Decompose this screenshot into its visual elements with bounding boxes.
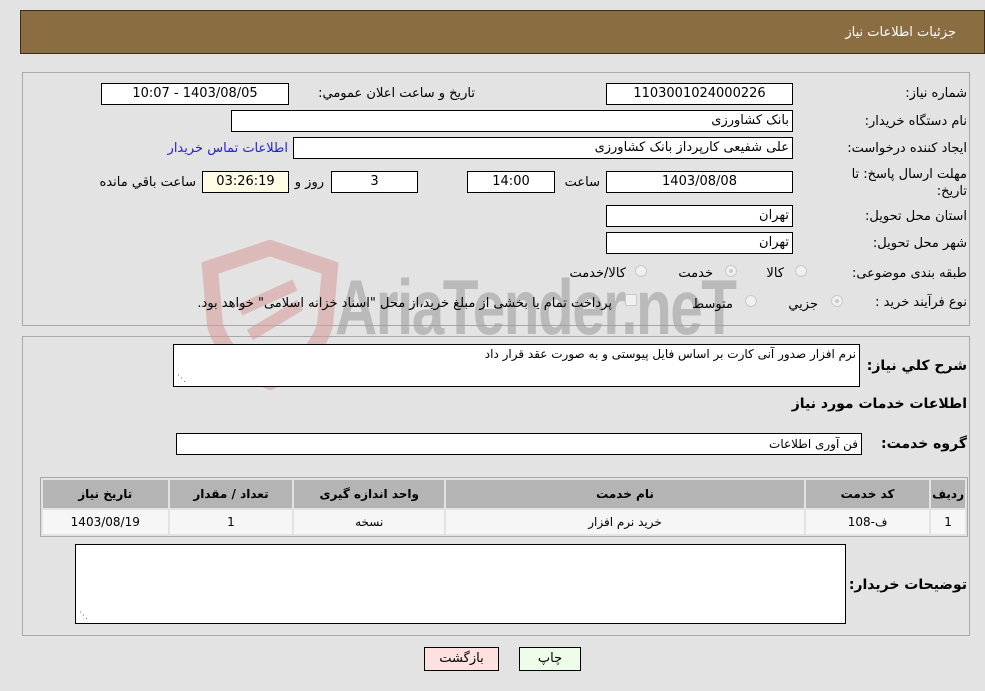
- treasury-checkbox[interactable]: [625, 294, 637, 306]
- province-field[interactable]: تهران: [606, 205, 793, 227]
- cell-unit: نسخه: [294, 510, 445, 534]
- cell-quantity: 1: [169, 510, 293, 534]
- col-unit: واحد اندازه گیری: [294, 480, 445, 508]
- category-goods-service-radio[interactable]: [635, 265, 647, 277]
- category-goods-radio[interactable]: [795, 265, 807, 277]
- process-medium-label: متوسط: [692, 297, 733, 312]
- deadline-date-field[interactable]: 1403/08/08: [606, 171, 793, 193]
- remaining-time-label: ساعت باقي مانده: [99, 175, 196, 190]
- deadline-label: مهلت ارسال پاسخ: تا تاریخ:: [851, 167, 967, 199]
- buyer-notes-textarea[interactable]: ⋰: [75, 544, 846, 624]
- cell-service-code: ف-108: [805, 510, 930, 534]
- description-text: نرم افزار صدور آنی کارت بر اساس فایل پیو…: [484, 347, 856, 361]
- description-label: شرح کلي نياز:: [866, 358, 967, 374]
- category-goods-label: کالا: [766, 266, 784, 281]
- col-service-name: نام خدمت: [446, 480, 804, 508]
- print-button[interactable]: چاپ: [519, 647, 581, 671]
- cell-need-date: 1403/08/19: [43, 510, 168, 534]
- services-section-title: اطلاعات خدمات مورد نیاز: [791, 396, 967, 412]
- category-service-label: خدمت: [678, 266, 713, 281]
- process-minor-radio[interactable]: [831, 295, 843, 307]
- cell-service-name: خرید نرم افزار: [446, 510, 804, 534]
- process-type-label: نوع فرآیند خرید :: [875, 295, 967, 310]
- buyer-org-label: نام دستگاه خريدار:: [864, 114, 967, 129]
- remaining-time-field[interactable]: 03:26:19: [202, 171, 289, 193]
- service-group-field[interactable]: فن آوری اطلاعات: [176, 433, 862, 455]
- announce-date-label: تاریخ و ساعت اعلان عمومي:: [318, 86, 475, 101]
- buyer-notes-label: توضیحات خریدار:: [848, 577, 967, 593]
- resize-handle-icon[interactable]: ⋰: [78, 611, 88, 621]
- category-goods-service-label: کالا/خدمت: [569, 266, 626, 281]
- page-title: جزئیات اطلاعات نیاز: [845, 24, 956, 40]
- page-header: جزئیات اطلاعات نیاز: [20, 10, 985, 54]
- deadline-time-field[interactable]: 14:00: [467, 171, 555, 193]
- creator-field[interactable]: علی شفیعی کارپرداز بانک کشاورزی: [293, 137, 793, 159]
- need-number-label: شماره نیاز:: [905, 86, 967, 101]
- city-label: شهر محل تحویل:: [872, 236, 967, 251]
- table-header-row: ردیف کد خدمت نام خدمت واحد اندازه گیری ت…: [43, 480, 965, 508]
- col-row-number: ردیف: [931, 480, 965, 508]
- deadline-time-label: ساعت: [564, 175, 600, 190]
- announce-date-field[interactable]: 1403/08/05 - 10:07: [101, 83, 289, 105]
- col-quantity: تعداد / مقدار: [169, 480, 293, 508]
- col-need-date: تاریخ نیاز: [43, 480, 168, 508]
- process-medium-radio[interactable]: [745, 295, 757, 307]
- back-button[interactable]: بازگشت: [424, 647, 499, 671]
- category-service-radio[interactable]: [725, 265, 737, 277]
- services-table: ردیف کد خدمت نام خدمت واحد اندازه گیری ت…: [40, 477, 968, 537]
- service-group-label: گروه خدمت:: [881, 436, 967, 452]
- buyer-contact-link[interactable]: اطلاعات تماس خريدار: [168, 141, 288, 156]
- process-minor-label: جزيي: [788, 297, 818, 312]
- category-label: طبقه بندی موضوعی:: [851, 266, 967, 281]
- province-label: استان محل تحویل:: [865, 209, 967, 224]
- table-row: 1 ف-108 خرید نرم افزار نسخه 1 1403/08/19: [43, 510, 965, 534]
- days-label: روز و: [294, 175, 324, 190]
- description-textarea[interactable]: نرم افزار صدور آنی کارت بر اساس فایل پیو…: [173, 344, 860, 387]
- city-field[interactable]: تهران: [606, 232, 793, 254]
- col-service-code: کد خدمت: [805, 480, 930, 508]
- days-remaining-field[interactable]: 3: [331, 171, 418, 193]
- treasury-note: پرداخت تمام یا بخشی از مبلغ خرید،از محل …: [197, 296, 612, 311]
- cell-row-number: 1: [931, 510, 965, 534]
- buyer-org-field[interactable]: بانک کشاورزی: [231, 110, 793, 132]
- need-number-field[interactable]: 1103001024000226: [606, 83, 793, 105]
- resize-handle-icon[interactable]: ⋰: [176, 374, 186, 384]
- creator-label: ایجاد کننده درخواست:: [847, 141, 967, 156]
